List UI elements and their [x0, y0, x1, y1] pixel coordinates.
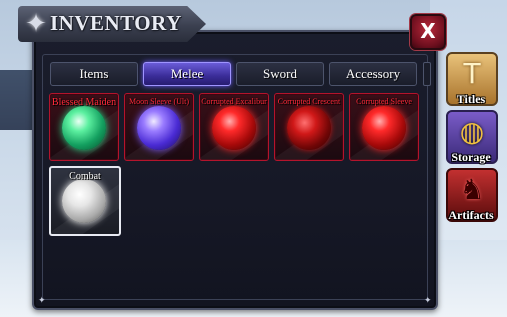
white-orb-icon: [62, 179, 106, 223]
green-orb-icon: [62, 106, 106, 150]
item-name: Corrupted Crescent: [277, 97, 341, 106]
artifacts-label: Artifacts: [448, 208, 494, 222]
close-button[interactable]: X: [410, 14, 446, 50]
titles-label: Titles: [456, 92, 486, 106]
item-name: Corrupted Sleeve: [356, 97, 412, 106]
item-name: Corrupted Excalibur: [201, 97, 267, 106]
tab-overflow-stub[interactable]: [423, 62, 431, 86]
corner-ornament-bottom-left: ✦: [38, 295, 46, 305]
purple-orb-icon: [137, 106, 181, 150]
item-name: Combat: [69, 171, 101, 182]
tab-items[interactable]: Items: [50, 62, 138, 86]
tab-sword[interactable]: Sword: [236, 62, 324, 86]
inventory-title: INVENTORY: [50, 11, 182, 35]
item-slot-moon-sleeve[interactable]: Moon Sleeve (Ult): [124, 93, 194, 161]
item-slot-corrupted-excalibur[interactable]: Corrupted Excalibur: [199, 93, 269, 161]
dark-red-orb-icon: [287, 106, 331, 150]
tab-accessory[interactable]: Accessory: [329, 62, 417, 86]
item-name: Blessed Maiden: [51, 97, 117, 108]
storage-label: Storage: [451, 150, 491, 164]
item-slot-corrupted-sleeve[interactable]: Corrupted Sleeve: [349, 93, 419, 161]
corner-ornament-bottom-right: ✦: [424, 295, 432, 305]
titles-icon: T: [463, 57, 481, 90]
storage-icon: ◍: [459, 115, 485, 148]
item-slot-blessed-maiden[interactable]: Blessed Maiden: [49, 93, 119, 161]
red-orb-icon: [212, 106, 256, 150]
star-icon: ✦: [25, 9, 47, 38]
red-orb-icon: [362, 106, 406, 150]
artifacts-icon: ♞: [459, 173, 485, 206]
tab-melee[interactable]: Melee: [143, 62, 231, 86]
item-slot-combat[interactable]: Combat: [49, 166, 121, 236]
item-slot-corrupted-crescent[interactable]: Corrupted Crescent: [274, 93, 344, 161]
item-name: Moon Sleeve (Ult): [129, 97, 189, 106]
